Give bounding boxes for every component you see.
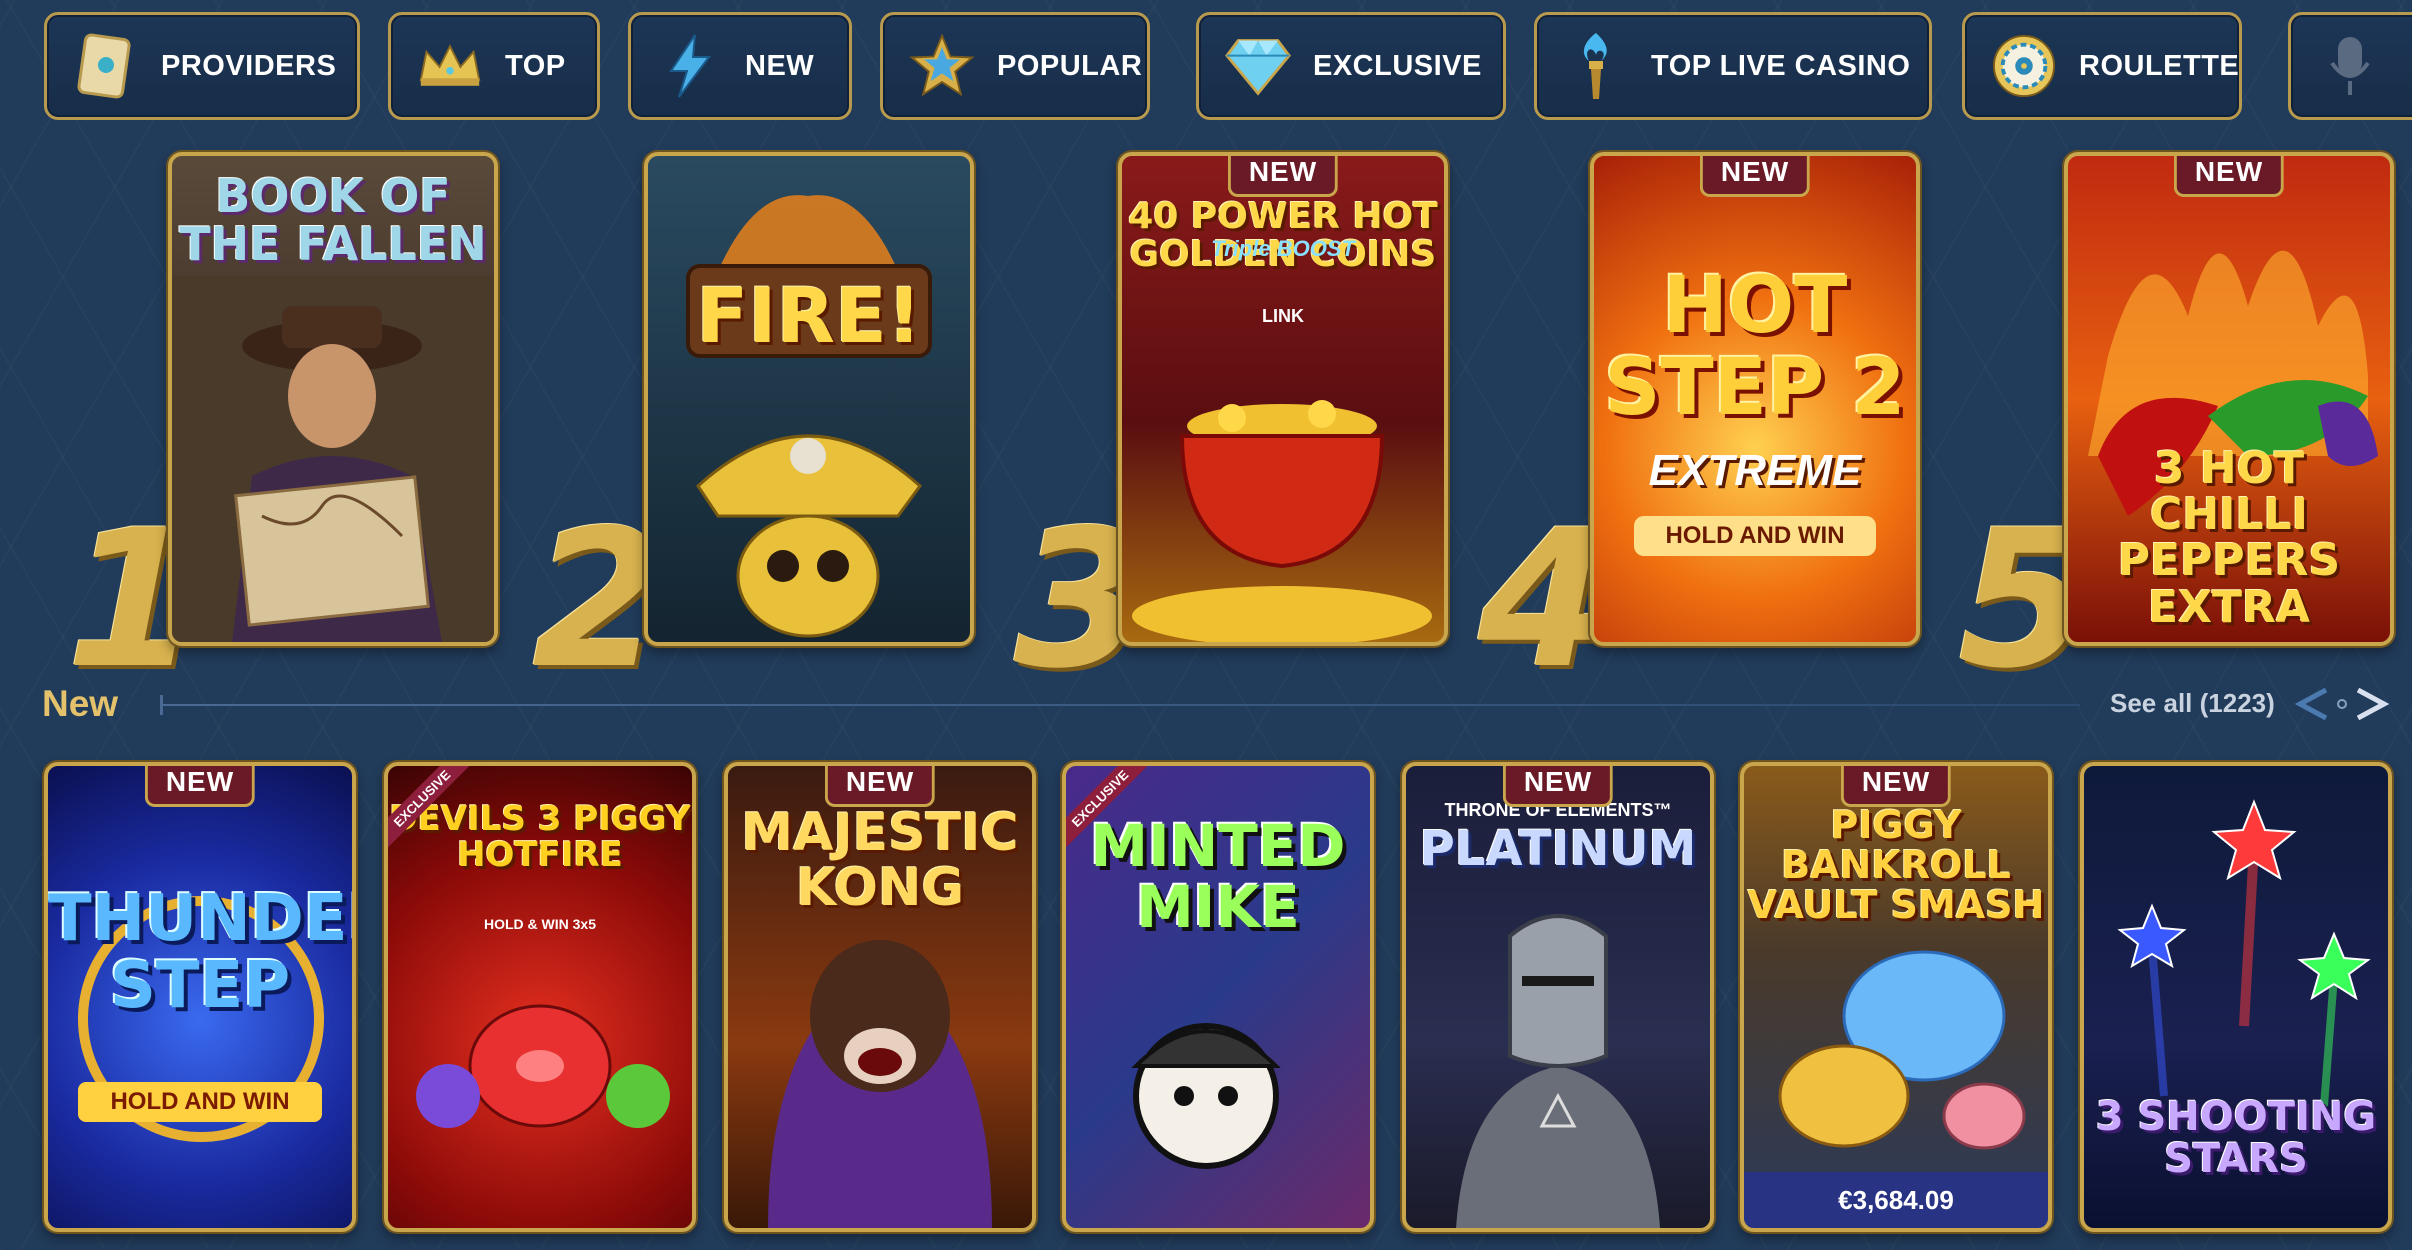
game-title: 3 HOT CHILLI PEPPERS EXTRA <box>2117 443 2341 633</box>
game-card-3-hot-chilli-peppers[interactable]: NEW 3 HOT CHILLI PEPPERS EXTRA <box>2064 152 2394 646</box>
roulette-icon <box>1991 33 2057 99</box>
game-title: THUNDER STEP <box>48 882 352 1024</box>
carousel-arrows <box>2294 687 2390 721</box>
game-card-piggy-bankroll[interactable]: NEW PIGGY BANKROLL VAULT SMASH €3,684.09 <box>1740 762 2052 1232</box>
new-badge: NEW <box>2173 156 2285 197</box>
game-card-hot-step-2[interactable]: NEW HOT STEP 2 EXTREME HOLD AND WIN <box>1590 152 1920 646</box>
new-badge: NEW <box>1227 156 1339 197</box>
category-label: ROULETTE <box>2079 49 2240 82</box>
category-top-live-casino[interactable]: TOP LIVE CASINO <box>1534 12 1932 120</box>
game-card-book-of-the-fallen[interactable]: BOOK OF THE FALLEN <box>168 152 498 646</box>
see-all-link[interactable]: See all (1223) <box>2110 688 2275 719</box>
game-card-thunder-step[interactable]: NEW THUNDER STEP HOLD AND WIN <box>44 762 356 1232</box>
game-title: HOT STEP 2 <box>1604 261 1906 433</box>
crown-icon <box>417 33 483 99</box>
category-top[interactable]: TOP <box>388 12 600 120</box>
category-label: NEW <box>745 49 815 82</box>
game-card-3-shooting-stars[interactable]: 3 SHOOTING STARS <box>2080 762 2392 1232</box>
category-popular[interactable]: POPULAR <box>880 12 1150 120</box>
new-badge: NEW <box>1502 766 1614 807</box>
game-title: MAJESTIC KONG <box>741 803 1019 918</box>
book-icon <box>73 33 139 99</box>
game-title: MINTED MIKE <box>1090 812 1346 941</box>
arrow-left-icon[interactable] <box>2294 687 2328 721</box>
game-title: PIGGY BANKROLL VAULT SMASH <box>1747 803 2045 927</box>
game-subtitle: EXTREME <box>1648 446 1862 495</box>
microphone-icon <box>2317 33 2383 99</box>
section-title-new: New <box>42 683 119 724</box>
game-title: BOOK OF THE FALLEN <box>179 169 487 272</box>
arrow-right-icon[interactable] <box>2356 687 2390 721</box>
diamond-icon <box>1225 33 1291 99</box>
category-providers[interactable]: PROVIDERS <box>44 12 360 120</box>
category-label: TOP <box>505 49 566 82</box>
category-new[interactable]: NEW <box>628 12 852 120</box>
category-game-shows[interactable] <box>2288 12 2412 120</box>
new-badge: NEW <box>1699 156 1811 197</box>
category-label: POPULAR <box>997 49 1143 82</box>
carousel-dot-icon <box>2337 699 2347 709</box>
game-subtitle: HOLD AND WIN <box>78 1082 322 1122</box>
game-card-platinum[interactable]: NEW THRONE OF ELEMENTS™ PLATINUM <box>1402 762 1714 1232</box>
star-icon <box>909 33 975 99</box>
game-card-devils-3-piggy[interactable]: EXCLUSIVE DEVILS 3 PIGGY HOTFIRE HOLD & … <box>384 762 696 1232</box>
category-exclusive[interactable]: EXCLUSIVE <box>1196 12 1506 120</box>
game-card-majestic-kong[interactable]: NEW MAJESTIC KONG <box>724 762 1036 1232</box>
game-title: DEVILS 3 PIGGY HOTFIRE <box>389 799 691 875</box>
game-card-fire[interactable]: FIRE! <box>644 152 974 646</box>
game-title: 3 SHOOTING STARS <box>2095 1094 2377 1182</box>
new-badge: NEW <box>144 766 256 807</box>
game-title: FIRE! <box>696 271 922 360</box>
game-subtitle-2: HOLD AND WIN <box>1634 516 1876 556</box>
new-badge: NEW <box>1840 766 1952 807</box>
category-roulette[interactable]: ROULETTE <box>1962 12 2242 120</box>
game-card-40-power-hot[interactable]: NEW 40 POWER HOT GOLDEN COINS Triple BOO… <box>1118 152 1448 646</box>
category-label: EXCLUSIVE <box>1313 49 1482 82</box>
torch-icon <box>1563 33 1629 99</box>
game-subtitle: HOLD & WIN 3x5 <box>483 916 596 932</box>
game-artwork <box>686 195 932 638</box>
game-subtitle: Triple BOOST <box>1211 236 1355 261</box>
section-divider <box>160 704 2080 706</box>
game-subtitle-2: LINK <box>1262 306 1304 326</box>
category-label: PROVIDERS <box>161 49 337 82</box>
category-bar: PROVIDERS TOP NEW POPULAR EXCLUSIVE TOP … <box>0 12 2412 124</box>
game-card-minted-mike[interactable]: EXCLUSIVE MINTED MIKE <box>1062 762 1374 1232</box>
jackpot-amount: €3,684.09 <box>1744 1172 2048 1228</box>
lightning-icon <box>657 33 723 99</box>
new-badge: NEW <box>824 766 936 807</box>
category-label: TOP LIVE CASINO <box>1651 49 1911 82</box>
game-title: PLATINUM <box>1419 821 1697 877</box>
